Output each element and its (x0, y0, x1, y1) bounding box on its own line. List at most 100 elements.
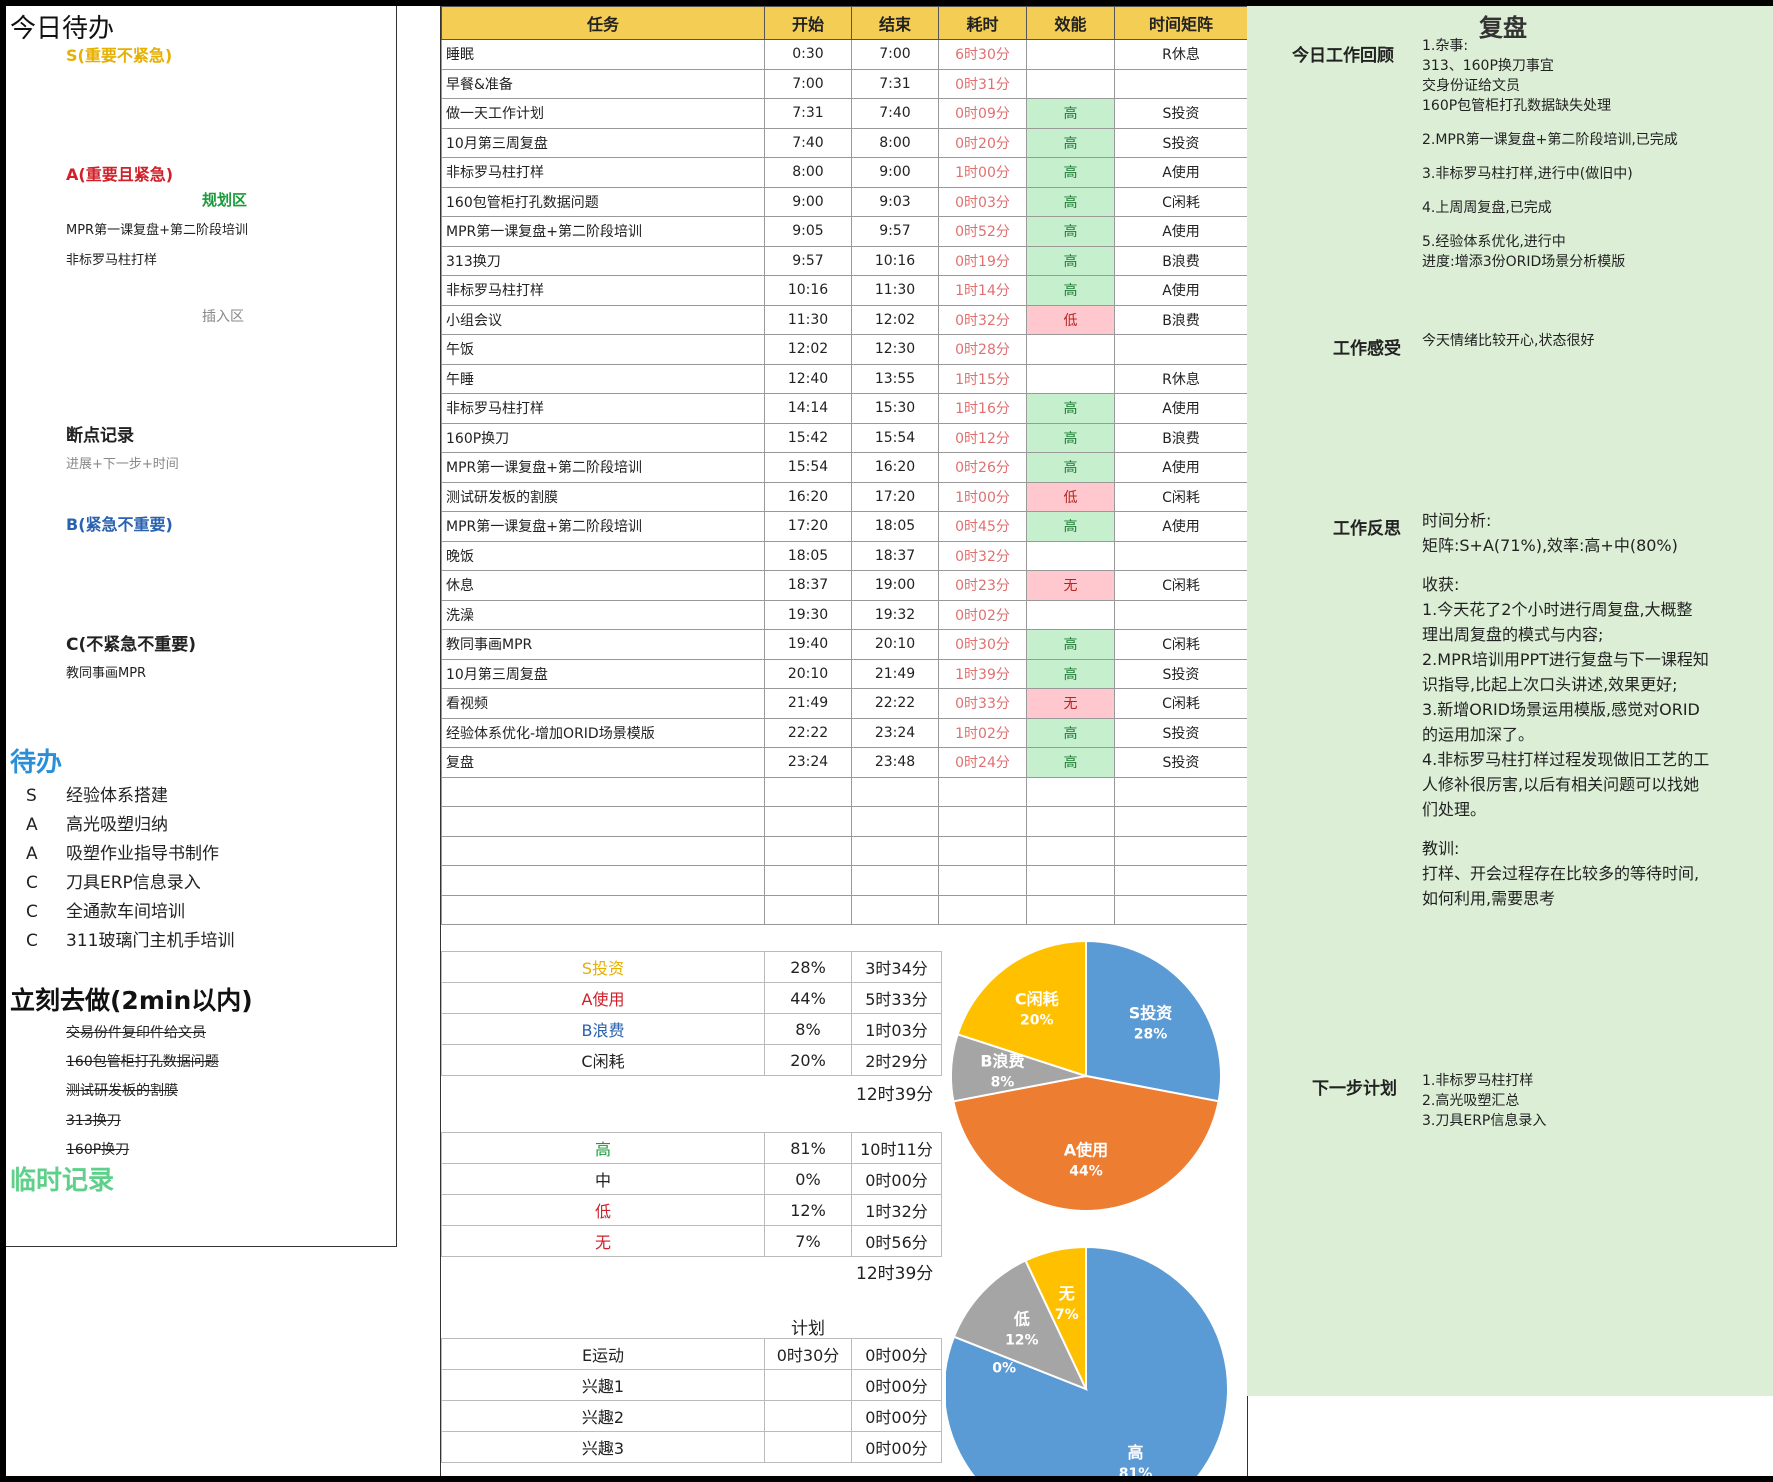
table-row[interactable]: 早餐&准备 7:00 7:31 0时31分 (441, 68, 1248, 99)
empty-cell[interactable] (1026, 865, 1115, 896)
empty-cell[interactable] (764, 806, 852, 837)
task-cell[interactable]: 经验体系优化-增加ORID场景模版 (441, 717, 765, 748)
col-header-efficiency[interactable]: 效能 (1026, 6, 1115, 40)
c-item[interactable]: 教同事画MPR (66, 662, 146, 681)
table-row[interactable]: 睡眠 0:30 7:00 6时30分 R休息 (441, 39, 1248, 70)
stat-percent[interactable]: 81% (764, 1132, 852, 1164)
stat-time[interactable]: 1时32分 (851, 1194, 942, 1226)
task-cell[interactable]: 10月第三周复盘 (441, 127, 765, 158)
end-cell[interactable]: 13:55 (851, 363, 939, 394)
stat-percent[interactable]: 7% (764, 1225, 852, 1257)
table-row[interactable]: 看视频 21:49 22:22 0时33分无 C闲耗 (441, 688, 1248, 719)
stat-time[interactable]: 3时34分 (851, 951, 942, 983)
stat-row[interactable]: S投资 28% 3时34分 (441, 951, 942, 983)
end-cell[interactable]: 15:30 (851, 393, 939, 424)
stat-name[interactable]: 无 (441, 1225, 765, 1257)
efficiency-cell[interactable]: 高 (1026, 747, 1115, 778)
efficiency-cell[interactable]: 高 (1026, 127, 1115, 158)
end-cell[interactable]: 19:32 (851, 599, 939, 630)
empty-cell[interactable] (938, 835, 1027, 866)
end-cell[interactable]: 21:49 (851, 658, 939, 689)
a-item[interactable]: 非标罗马柱打样 (66, 249, 157, 268)
table-row[interactable]: 160包管柜打孔数据问题 9:00 9:03 0时03分高 C闲耗 (441, 186, 1248, 217)
task-cell[interactable]: 睡眠 (441, 39, 765, 70)
empty-cell[interactable] (1114, 865, 1248, 896)
efficiency-cell[interactable]: 高 (1026, 245, 1115, 276)
matrix-cell[interactable]: S投资 (1114, 127, 1248, 158)
matrix-cell[interactable]: A使用 (1114, 157, 1248, 188)
start-cell[interactable]: 9:57 (764, 245, 852, 276)
end-cell[interactable]: 9:00 (851, 157, 939, 188)
matrix-cell[interactable]: A使用 (1114, 393, 1248, 424)
empty-cell[interactable] (1026, 806, 1115, 837)
matrix-cell[interactable]: R休息 (1114, 39, 1248, 70)
end-cell[interactable]: 9:57 (851, 216, 939, 247)
stat-row[interactable]: 无 7% 0时56分 (441, 1225, 942, 1257)
stat-row[interactable]: B浪费 8% 1时03分 (441, 1013, 942, 1045)
task-cell[interactable]: 160包管柜打孔数据问题 (441, 186, 765, 217)
stat-name[interactable]: S投资 (441, 951, 765, 983)
empty-cell[interactable] (1026, 835, 1115, 866)
duration-cell[interactable]: 1时39分 (938, 658, 1027, 689)
start-cell[interactable]: 9:00 (764, 186, 852, 217)
empty-cell[interactable] (1114, 835, 1248, 866)
task-cell[interactable]: 10月第三周复盘 (441, 658, 765, 689)
matrix-cell[interactable]: C闲耗 (1114, 186, 1248, 217)
duration-cell[interactable]: 1时02分 (938, 717, 1027, 748)
empty-cell[interactable] (938, 776, 1027, 807)
empty-cell[interactable] (764, 894, 852, 925)
done-item[interactable]: 测试研发板的割膜 (66, 1080, 178, 1100)
stat-name[interactable]: 高 (441, 1132, 765, 1164)
duration-cell[interactable]: 0时52分 (938, 216, 1027, 247)
end-cell[interactable]: 12:30 (851, 334, 939, 365)
end-cell[interactable]: 19:00 (851, 570, 939, 601)
empty-cell[interactable] (851, 835, 939, 866)
plan-planned[interactable]: 0时30分 (764, 1338, 852, 1370)
end-cell[interactable]: 16:20 (851, 452, 939, 483)
table-row[interactable]: 午睡 12:40 13:55 1时15分 R休息 (441, 363, 1248, 394)
stat-row[interactable]: A使用 44% 5时33分 (441, 982, 942, 1014)
start-cell[interactable]: 21:49 (764, 688, 852, 719)
duration-cell[interactable]: 0时45分 (938, 511, 1027, 542)
efficiency-cell[interactable]: 高 (1026, 717, 1115, 748)
matrix-cell[interactable]: S投资 (1114, 747, 1248, 778)
table-row[interactable]: 非标罗马柱打样 10:16 11:30 1时14分高 A使用 (441, 275, 1248, 306)
table-row[interactable]: 160P换刀 15:42 15:54 0时12分高 B浪费 (441, 422, 1248, 453)
duration-cell[interactable]: 1时14分 (938, 275, 1027, 306)
empty-row[interactable] (441, 894, 1248, 925)
task-cell[interactable]: 复盘 (441, 747, 765, 778)
table-row[interactable]: 休息 18:37 19:00 0时23分无 C闲耗 (441, 570, 1248, 601)
empty-cell[interactable] (1026, 894, 1115, 925)
plan-actual[interactable]: 0时00分 (851, 1400, 942, 1432)
empty-cell[interactable] (764, 865, 852, 896)
matrix-cell[interactable]: C闲耗 (1114, 481, 1248, 512)
empty-row[interactable] (441, 776, 1248, 807)
duration-cell[interactable]: 1时00分 (938, 157, 1027, 188)
duration-cell[interactable]: 0时19分 (938, 245, 1027, 276)
col-header-matrix[interactable]: 时间矩阵 (1114, 6, 1248, 40)
duration-cell[interactable]: 0时23分 (938, 570, 1027, 601)
task-cell[interactable]: 午饭 (441, 334, 765, 365)
done-item[interactable]: 313换刀 (66, 1110, 121, 1130)
start-cell[interactable]: 11:30 (764, 304, 852, 335)
stat-time[interactable]: 1时03分 (851, 1013, 942, 1045)
end-cell[interactable]: 20:10 (851, 629, 939, 660)
todo-item[interactable]: C 全通款车间培训 (26, 897, 185, 922)
end-cell[interactable]: 7:31 (851, 68, 939, 99)
table-row[interactable]: 313换刀 9:57 10:16 0时19分高 B浪费 (441, 245, 1248, 276)
duration-cell[interactable]: 0时24分 (938, 747, 1027, 778)
stat-percent[interactable]: 12% (764, 1194, 852, 1226)
task-cell[interactable]: 看视频 (441, 688, 765, 719)
task-cell[interactable]: MPR第一课复盘+第二阶段培训 (441, 216, 765, 247)
start-cell[interactable]: 17:20 (764, 511, 852, 542)
end-cell[interactable]: 17:20 (851, 481, 939, 512)
stat-time[interactable]: 10时11分 (851, 1132, 942, 1164)
plan-name[interactable]: 兴趣3 (441, 1431, 765, 1463)
table-row[interactable]: 小组会议 11:30 12:02 0时32分低 B浪费 (441, 304, 1248, 335)
empty-row[interactable] (441, 806, 1248, 837)
table-row[interactable]: 非标罗马柱打样 14:14 15:30 1时16分高 A使用 (441, 393, 1248, 424)
task-cell[interactable]: 早餐&准备 (441, 68, 765, 99)
todo-item[interactable]: A 高光吸塑归纳 (26, 810, 168, 835)
col-header-end[interactable]: 结束 (851, 6, 939, 40)
stat-time[interactable]: 5时33分 (851, 982, 942, 1014)
